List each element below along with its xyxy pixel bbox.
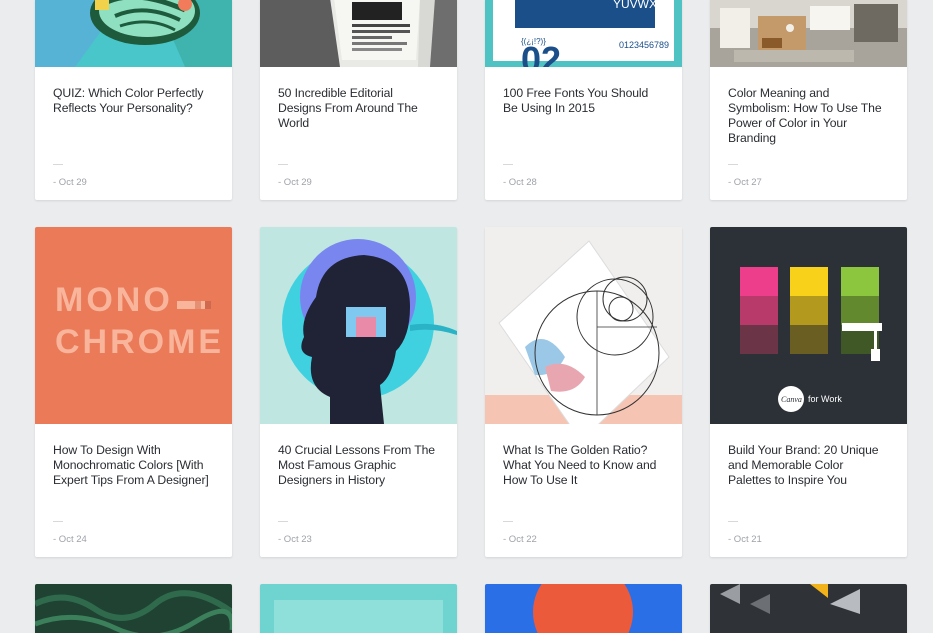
article-date: - Oct 21 [728,534,762,545]
divider [503,521,513,522]
article-date: - Oct 22 [503,534,537,545]
article-card[interactable]: 40 Crucial Lessons From The Most Famous … [260,227,457,557]
article-card[interactable] [485,584,682,633]
article-date: - Oct 27 [728,177,762,188]
article-title[interactable]: Build Your Brand: 20 Unique and Memorabl… [728,443,889,488]
article-card[interactable]: What Is The Golden Ratio? What You Need … [485,227,682,557]
article-grid: QUIZ: Which Color Perfectly Reflects You… [0,0,933,633]
article-card[interactable]: Canva for Work Build Your Brand: 20 Uniq… [710,227,907,557]
article-card[interactable]: 50 Incredible Editorial Designs From Aro… [260,0,457,200]
article-thumbnail[interactable] [485,227,682,424]
article-date: - Oct 29 [53,177,87,188]
article-title[interactable]: 100 Free Fonts You Should Be Using In 20… [503,86,664,116]
article-date: - Oct 29 [278,177,312,188]
article-thumbnail[interactable] [35,0,232,67]
divider [503,164,513,165]
article-card[interactable] [260,584,457,633]
divider [53,521,63,522]
divider [53,164,63,165]
article-title[interactable]: Color Meaning and Symbolism: How To Use … [728,86,889,146]
article-date: - Oct 28 [503,177,537,188]
article-title[interactable]: 40 Crucial Lessons From The Most Famous … [278,443,439,488]
article-thumbnail[interactable]: Canva for Work [710,227,907,424]
poster-text: 02 [521,39,561,67]
article-title[interactable]: 50 Incredible Editorial Designs From Aro… [278,86,439,131]
article-card[interactable]: YUVWXYZ {(¿¡!?)} 0123456789 02 100 Free … [485,0,682,200]
article-title[interactable]: What Is The Golden Ratio? What You Need … [503,443,664,488]
article-thumbnail[interactable] [260,584,457,633]
article-thumbnail[interactable]: YUVWXYZ {(¿¡!?)} 0123456789 02 [485,0,682,67]
article-title[interactable]: QUIZ: Which Color Perfectly Reflects You… [53,86,214,116]
article-thumbnail[interactable] [260,227,457,424]
article-thumbnail[interactable] [710,584,907,633]
article-thumbnail[interactable] [35,584,232,633]
article-date: - Oct 23 [278,534,312,545]
logo-caption: for Work [808,394,842,404]
article-thumbnail[interactable] [260,0,457,67]
article-date: - Oct 24 [53,534,87,545]
article-card[interactable] [710,584,907,633]
article-card[interactable]: Color Meaning and Symbolism: How To Use … [710,0,907,200]
article-card[interactable]: QUIZ: Which Color Perfectly Reflects You… [35,0,232,200]
artwork-text: CHROME [55,323,224,361]
article-thumbnail[interactable] [710,0,907,67]
poster-text: YUVWXYZ [613,0,672,11]
poster-text: 0123456789 [619,40,669,50]
article-thumbnail[interactable] [485,584,682,633]
divider [728,521,738,522]
divider [278,521,288,522]
article-card[interactable] [35,584,232,633]
divider [278,164,288,165]
article-thumbnail[interactable]: MONO CHROME [35,227,232,424]
divider [728,164,738,165]
artwork-text: MONO [55,281,173,319]
canva-logo-text: Canva [781,395,802,404]
article-card[interactable]: MONO CHROME How To Design With Monochrom… [35,227,232,557]
article-title[interactable]: How To Design With Monochromatic Colors … [53,443,214,488]
